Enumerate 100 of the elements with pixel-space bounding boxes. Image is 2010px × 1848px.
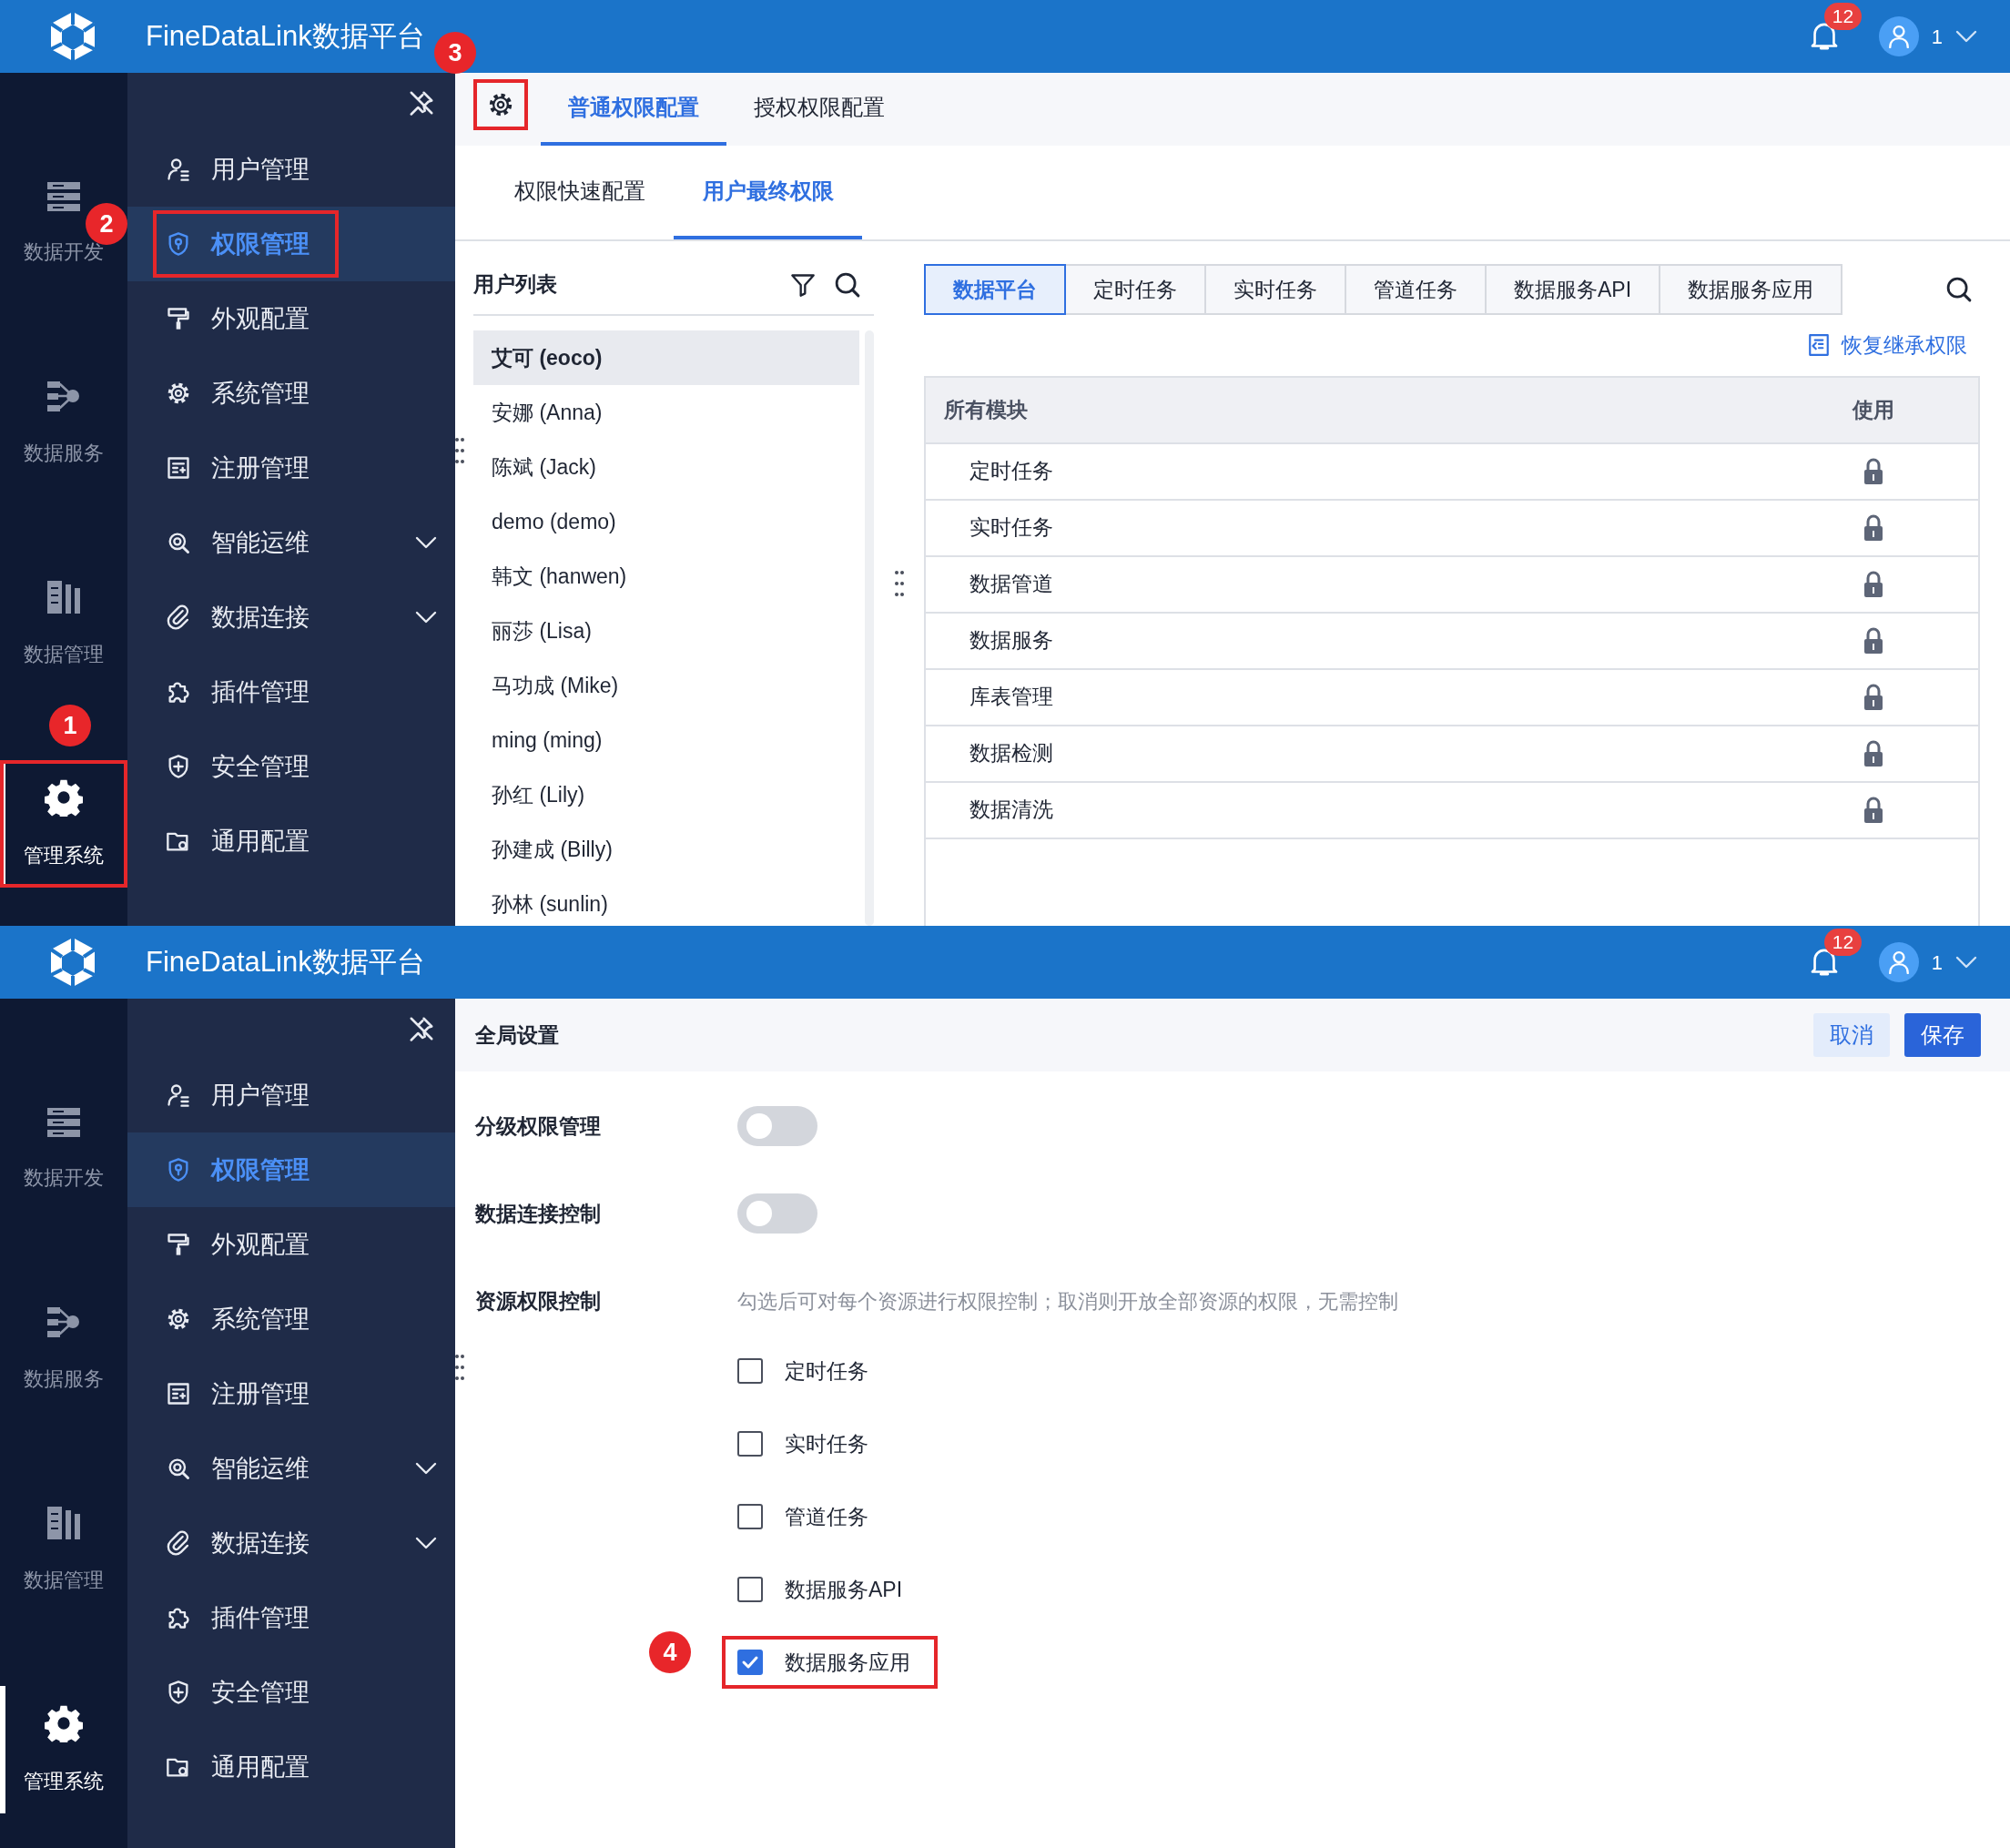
user-list-item[interactable]: demo (demo) xyxy=(473,494,859,549)
checkbox-option[interactable]: 数据服务应用 xyxy=(722,1636,938,1689)
form-icon xyxy=(166,455,191,481)
menu-item[interactable]: 外观配置 xyxy=(127,281,455,356)
search-icon[interactable] xyxy=(834,270,861,299)
table-cell: 数据检测 xyxy=(969,741,1053,766)
filter-icon[interactable] xyxy=(790,271,816,298)
toggle-switch[interactable] xyxy=(737,1106,817,1146)
gear-icon xyxy=(166,381,191,406)
tab[interactable]: 数据平台 xyxy=(924,264,1066,315)
checkbox[interactable] xyxy=(737,1431,763,1457)
rail-item[interactable]: 数据服务 xyxy=(0,1285,127,1413)
checkbox[interactable] xyxy=(737,1504,763,1529)
menu-item[interactable]: 智能运维 xyxy=(127,505,455,580)
drag-handle-icon xyxy=(894,570,904,597)
rail-item[interactable]: 数据管理 xyxy=(0,560,127,687)
user-list-item[interactable]: 孙建成 (Billy) xyxy=(473,822,859,877)
secondary-button[interactable]: 取消 xyxy=(1813,1013,1890,1057)
menu-item[interactable]: 注册管理 xyxy=(127,1356,455,1431)
checkbox[interactable] xyxy=(737,1650,763,1675)
user-list-item[interactable]: 孙林 (sunlin) xyxy=(473,877,859,926)
column-header: 所有模块 xyxy=(943,396,1029,423)
tab[interactable]: 普通权限配置 xyxy=(541,73,726,146)
rail-item[interactable]: 管理系统 xyxy=(0,1686,127,1813)
user-list-item[interactable]: 韩文 (hanwen) xyxy=(473,549,859,604)
table-cell: 定时任务 xyxy=(969,459,1053,483)
user-name: 1 xyxy=(1931,24,1943,50)
table-cell: 库表管理 xyxy=(969,685,1053,709)
paperclip-icon xyxy=(166,1530,191,1556)
drag-handle-icon xyxy=(455,437,464,464)
bar-chart-icon xyxy=(46,578,82,615)
menu-item[interactable]: 通用配置 xyxy=(127,804,455,878)
tab[interactable]: 管道任务 xyxy=(1346,264,1487,315)
checkbox[interactable] xyxy=(737,1358,763,1384)
user-list-item[interactable]: 安娜 (Anna) xyxy=(473,385,859,440)
bell-icon[interactable] xyxy=(1809,947,1839,978)
rail-item[interactable]: 数据开发 xyxy=(0,1085,127,1213)
paint-roller-icon xyxy=(166,306,191,331)
menu-item[interactable]: 安全管理 xyxy=(127,1655,455,1730)
chevron-down-icon xyxy=(415,1537,437,1549)
user-list-item[interactable]: 丽莎 (Lisa) xyxy=(473,604,859,658)
checkbox-option[interactable]: 数据服务API xyxy=(722,1563,930,1616)
restore-link[interactable]: 恢复继承权限 xyxy=(1807,330,1967,361)
menu-item[interactable]: 安全管理 xyxy=(127,729,455,804)
app-title: FineDataLink数据平台 xyxy=(146,18,425,54)
setting-label: 数据连接控制 xyxy=(475,1200,602,1227)
bell-icon[interactable] xyxy=(1809,21,1839,52)
network-icon xyxy=(46,1305,82,1340)
person-icon xyxy=(166,1082,191,1108)
panel-title: 用户列表 xyxy=(473,271,557,299)
menu-item[interactable]: 注册管理 xyxy=(127,431,455,505)
menu-item[interactable]: 用户管理 xyxy=(127,132,455,207)
menu-item[interactable]: 权限管理 xyxy=(127,1132,455,1207)
search-icon[interactable] xyxy=(1945,276,1973,303)
avatar-icon[interactable] xyxy=(1878,942,1919,982)
notification-badge: 12 xyxy=(1823,3,1863,30)
chevron-down-icon xyxy=(1955,30,1977,43)
user-list-item[interactable]: 孙红 (Lily) xyxy=(473,767,859,822)
tab[interactable]: 用户最终权限 xyxy=(674,146,862,239)
menu-item[interactable]: 外观配置 xyxy=(127,1207,455,1282)
scrollbar[interactable] xyxy=(865,330,874,926)
menu-item[interactable]: 用户管理 xyxy=(127,1058,455,1132)
user-list-item[interactable]: 马功成 (Mike) xyxy=(473,658,859,713)
pin-icon[interactable] xyxy=(408,1014,435,1042)
pin-icon[interactable] xyxy=(408,88,435,117)
table-cell: 数据管道 xyxy=(969,572,1053,596)
rail-item[interactable]: 数据管理 xyxy=(0,1486,127,1613)
user-list-item[interactable]: ming (ming) xyxy=(473,713,859,767)
menu-item[interactable]: 系统管理 xyxy=(127,1282,455,1356)
restore-icon xyxy=(1807,333,1831,358)
menu-item[interactable]: 权限管理 xyxy=(127,207,455,281)
paint-roller-icon xyxy=(166,1232,191,1257)
tab[interactable]: 数据服务API xyxy=(1487,264,1661,315)
settings-button[interactable] xyxy=(473,79,528,130)
user-list-item[interactable]: 陈斌 (Jack) xyxy=(473,440,859,494)
menu-item[interactable]: 数据连接 xyxy=(127,1506,455,1580)
chevron-down-icon xyxy=(415,536,437,549)
avatar-icon[interactable] xyxy=(1878,16,1919,56)
checkbox-option[interactable]: 管道任务 xyxy=(722,1490,896,1543)
tab[interactable]: 授权权限配置 xyxy=(726,73,912,146)
rail-item[interactable]: 数据服务 xyxy=(0,360,127,487)
gear-icon xyxy=(45,1703,83,1742)
rail-item[interactable]: 管理系统 xyxy=(0,760,127,888)
checkbox[interactable] xyxy=(737,1577,763,1602)
tab[interactable]: 定时任务 xyxy=(1066,264,1206,315)
toggle-switch[interactable] xyxy=(737,1193,817,1234)
primary-button[interactable]: 保存 xyxy=(1904,1013,1981,1057)
tab[interactable]: 权限快速配置 xyxy=(485,146,674,239)
tab[interactable]: 实时任务 xyxy=(1206,264,1346,315)
menu-item[interactable]: 插件管理 xyxy=(127,1580,455,1655)
menu-item[interactable]: 系统管理 xyxy=(127,356,455,431)
user-list-item[interactable]: 艾可 (eoco) xyxy=(473,330,859,385)
menu-item[interactable]: 插件管理 xyxy=(127,655,455,729)
checkbox-option[interactable]: 定时任务 xyxy=(722,1345,896,1397)
gear-icon xyxy=(487,91,514,118)
menu-item[interactable]: 智能运维 xyxy=(127,1431,455,1506)
checkbox-option[interactable]: 实时任务 xyxy=(722,1417,896,1470)
tab[interactable]: 数据服务应用 xyxy=(1660,264,1843,315)
menu-item[interactable]: 通用配置 xyxy=(127,1730,455,1804)
menu-item[interactable]: 数据连接 xyxy=(127,580,455,655)
